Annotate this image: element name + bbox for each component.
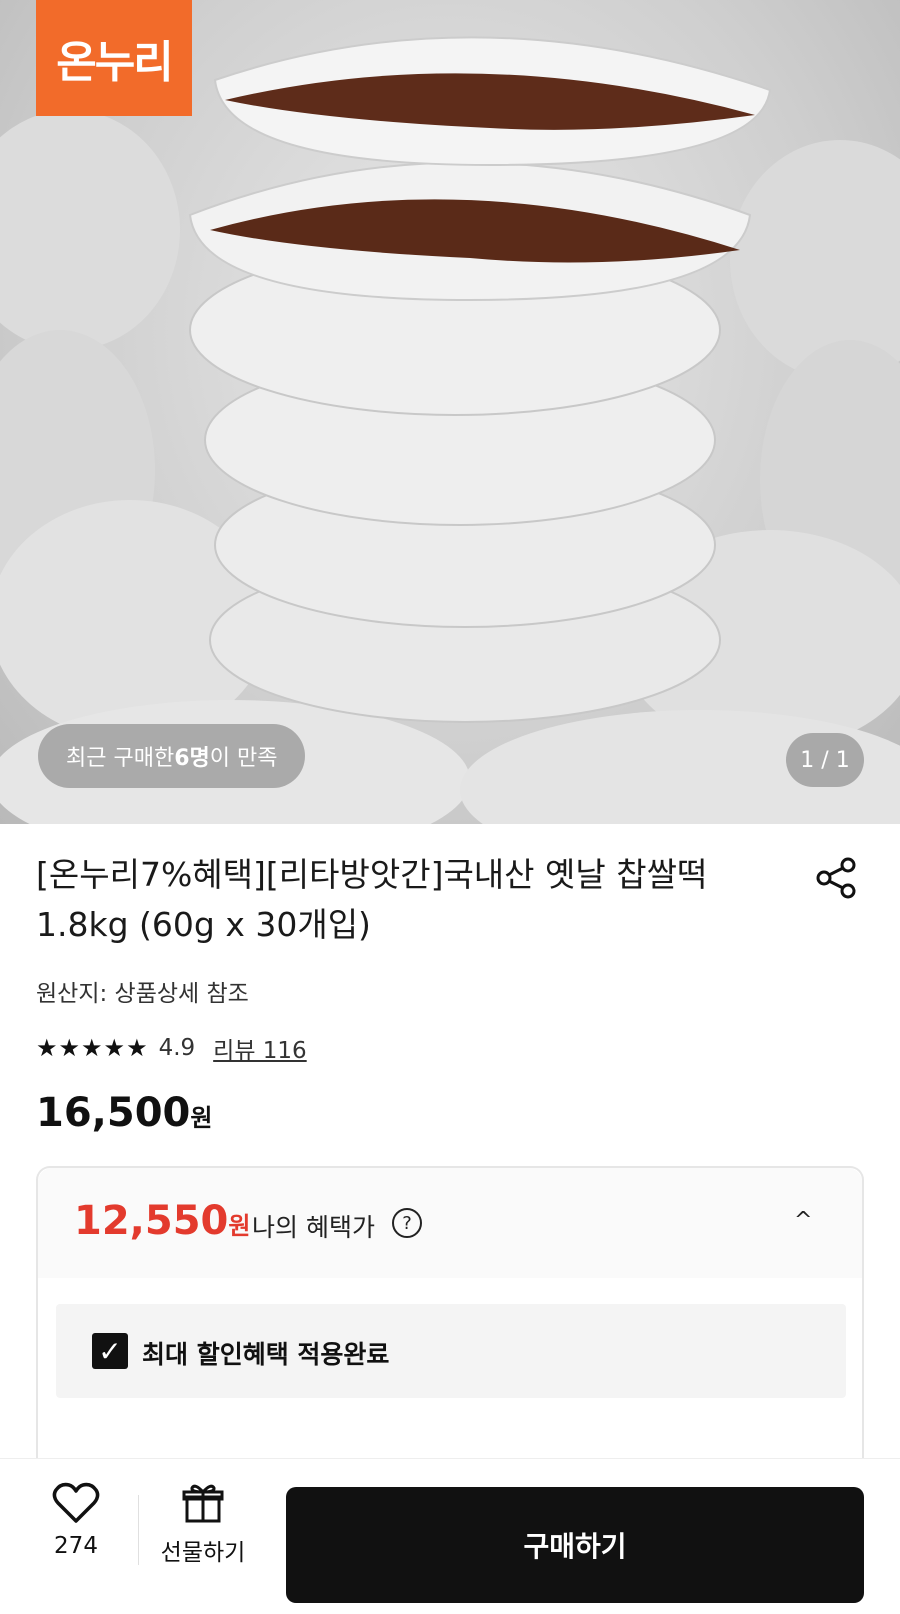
discount-applied-row[interactable]: ✓ 최대 할인혜택 적용완료 xyxy=(56,1304,846,1398)
page-indicator-text: 1 / 1 xyxy=(800,747,850,773)
original-price: 16,500원 xyxy=(36,1090,212,1136)
benefit-header[interactable]: 12,550원 나의 혜택가 ? ^ xyxy=(38,1168,862,1278)
buy-button[interactable]: 구매하기 xyxy=(286,1487,864,1603)
price-value: 16,500 xyxy=(36,1090,191,1136)
gift-button[interactable]: 선물하기 xyxy=(148,1481,258,1591)
benefit-price: 12,550원 xyxy=(74,1198,250,1244)
price-unit: 원 xyxy=(190,1104,213,1132)
share-button[interactable] xyxy=(814,856,858,900)
checkbox-checked-icon[interactable]: ✓ xyxy=(92,1333,128,1369)
discount-applied-label: 최대 할인혜택 적용완료 xyxy=(142,1340,390,1369)
benefit-price-value: 12,550 xyxy=(74,1198,229,1244)
star-rating-icon: ★★★★★ xyxy=(36,1034,149,1062)
origin-info: 원산지: 상품상세 참조 xyxy=(36,981,249,1007)
help-icon[interactable]: ? xyxy=(392,1208,422,1238)
reviews-link[interactable]: 리뷰 116 xyxy=(213,1031,307,1065)
wishlist-count: 274 xyxy=(54,1533,98,1559)
product-title: [온누리7%혜택][리타방앗간]국내산 옛날 찹쌀떡 1.8kg (60g x … xyxy=(36,855,708,944)
heart-icon xyxy=(52,1482,100,1523)
brand-logo-text: 온누리 xyxy=(56,37,173,88)
divider xyxy=(138,1495,139,1565)
rice-cake-photo xyxy=(0,36,900,824)
benefit-label: 나의 혜택가 xyxy=(252,1213,375,1242)
brand-logo: 온누리 xyxy=(36,0,192,116)
product-image[interactable]: 온누리 최근 구매한 6명 이 만족 1 / 1 xyxy=(0,0,900,824)
gift-icon xyxy=(182,1484,224,1523)
buyers-count: 6명 xyxy=(174,746,210,771)
chevron-up-icon[interactable]: ^ xyxy=(794,1208,812,1233)
buyers-suffix: 이 만족 xyxy=(209,746,278,771)
recent-buyers-badge: 최근 구매한 6명 이 만족 xyxy=(38,724,306,788)
image-page-indicator: 1 / 1 xyxy=(786,733,864,787)
share-icon xyxy=(816,857,856,899)
benefit-price-unit: 원 xyxy=(228,1212,251,1240)
rating-score: 4.9 xyxy=(158,1035,196,1061)
bottom-action-bar: 274 선물하기 구매하기 xyxy=(0,1458,900,1614)
gift-label: 선물하기 xyxy=(160,1540,246,1566)
wishlist-button[interactable]: 274 xyxy=(36,1481,116,1591)
buyers-prefix: 최근 구매한 xyxy=(66,746,175,771)
benefit-panel: 12,550원 나의 혜택가 ? ^ ✓ 최대 할인혜택 적용완료 xyxy=(36,1166,864,1466)
rating-row: ★★★★★ 4.9 리뷰 116 xyxy=(36,1030,307,1066)
